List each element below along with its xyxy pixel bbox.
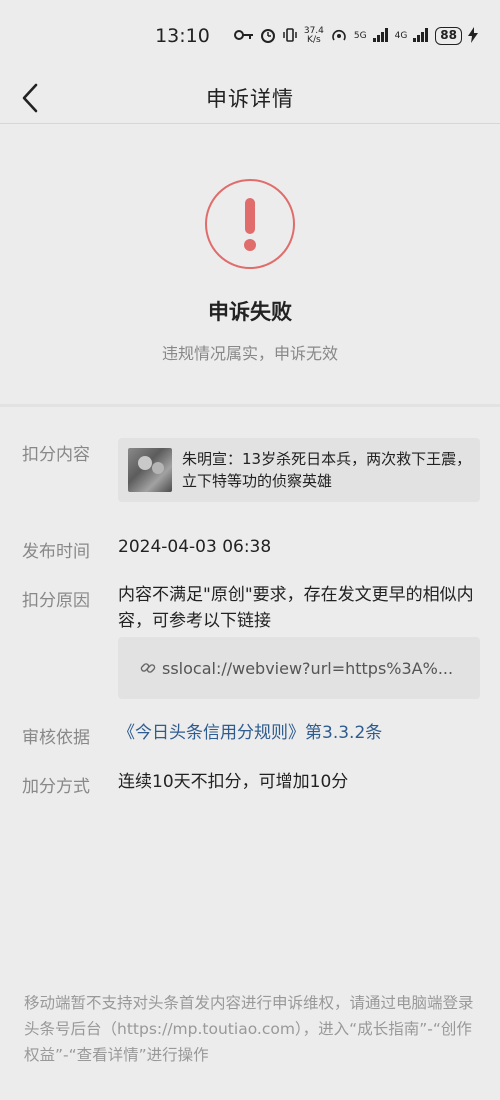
vibrate-icon — [282, 27, 298, 46]
review-basis-link[interactable]: 《今日头条信用分规则》第3.3.2条 — [118, 720, 382, 746]
hotspot-icon — [330, 27, 348, 46]
add-points-label: 加分方式 — [22, 777, 90, 797]
signal-icon — [372, 27, 389, 45]
add-points-value: 连续10天不扣分，可增加10分 — [118, 772, 349, 792]
article-thumbnail — [128, 448, 172, 492]
status-icons: 37.4 K/s 5G 4G 88 — [233, 26, 478, 46]
net-speed-unit: K/s — [307, 35, 321, 45]
key-icon — [233, 28, 254, 44]
appeal-result: 申诉失败 违规情况属实，申诉无效 — [0, 124, 500, 406]
signal-2-label: 4G — [394, 31, 408, 41]
deduction-reason-label: 扣分原因 — [22, 591, 90, 611]
exclamation-icon — [204, 178, 296, 270]
review-basis-label: 审核依据 — [22, 728, 90, 748]
publish-time-value: 2024-04-03 06:38 — [118, 537, 272, 557]
publish-time-label: 发布时间 — [22, 542, 90, 562]
page-title: 申诉详情 — [206, 86, 294, 111]
article-card[interactable]: 朱明宣：13岁杀死日本兵，两次救下王震，立下特等功的侦察英雄 — [118, 438, 480, 502]
battery-indicator: 88 — [435, 27, 462, 45]
status-time: 13:10 — [155, 25, 210, 47]
reference-link[interactable]: sslocal://webview?url=https%3A%... — [118, 637, 480, 699]
back-arrow-icon[interactable] — [18, 81, 42, 115]
result-subtitle: 违规情况属实，申诉无效 — [161, 344, 338, 363]
deduction-content-label: 扣分内容 — [22, 445, 90, 465]
header-bar: 申诉详情 — [0, 72, 500, 124]
signal-1-label: 5G — [353, 31, 367, 41]
status-bar: 13:10 37.4 K/s 5G 4G 88 — [0, 0, 500, 72]
section-divider — [0, 404, 500, 407]
net-speed: 37.4 K/s — [304, 27, 324, 45]
deduction-reason-value: 内容不满足"原创"要求，存在发文更早的相似内容，可参考以下链接 — [118, 585, 474, 631]
footer-notice: 移动端暂不支持对头条首发内容进行申诉维权，请通过电脑端登录头条号后台（https… — [24, 994, 474, 1064]
result-title: 申诉失败 — [208, 300, 292, 324]
charging-icon — [468, 26, 478, 46]
signal-icon-2 — [413, 27, 429, 45]
reference-link-text[interactable]: sslocal://webview?url=https%3A%... — [162, 659, 472, 678]
alarm-icon — [260, 27, 276, 46]
article-title: 朱明宣：13岁杀死日本兵，两次救下王震，立下特等功的侦察英雄 — [182, 450, 472, 490]
link-icon — [140, 660, 156, 676]
